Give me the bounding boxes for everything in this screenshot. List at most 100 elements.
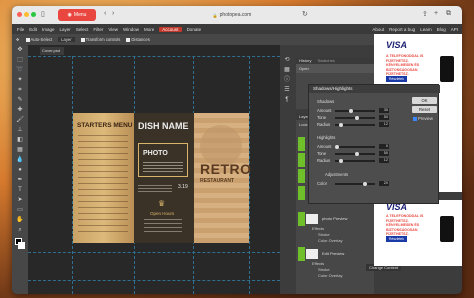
ok-button[interactable]: OK [412, 97, 437, 104]
hand-tool-icon[interactable]: ✋ [12, 215, 28, 225]
slider-knob[interactable] [349, 109, 353, 113]
dodge-tool-icon[interactable]: ● [12, 165, 28, 175]
path-select-icon[interactable]: ➤ [12, 195, 28, 205]
crop-tool-icon[interactable]: ⌗ [12, 85, 28, 95]
layer-visibility-toggle[interactable] [298, 212, 305, 226]
healing-brush-icon[interactable]: ✚ [12, 105, 28, 115]
character-panel-icon[interactable]: ¶ [280, 95, 294, 105]
tab-overview-icon[interactable]: ⧉ [446, 10, 451, 18]
shape-tool-icon[interactable]: ▭ [12, 205, 28, 215]
eyedropper-icon[interactable]: ✎ [12, 95, 28, 105]
maximize-window-button[interactable] [31, 12, 36, 17]
menu-api[interactable]: API [451, 27, 458, 32]
tab-swatches[interactable]: Swatches [317, 57, 334, 64]
hl-amount-slider[interactable] [335, 145, 375, 149]
slider-knob[interactable] [339, 159, 343, 163]
auto-select-target[interactable]: Layer [58, 37, 75, 42]
layer-row[interactable]: Edit Preview [306, 247, 374, 261]
slider-knob[interactable] [355, 152, 359, 156]
brush-tool-icon[interactable]: 🖌 [12, 115, 28, 125]
layer-visibility-toggle[interactable] [298, 137, 305, 151]
distances-checkbox[interactable]: Distances [126, 37, 150, 42]
auto-select-checkbox[interactable]: Auto-Select [25, 37, 52, 42]
shadow-radius-slider[interactable] [335, 123, 375, 127]
menu-layer[interactable]: Layer [60, 27, 71, 32]
slider-knob[interactable] [355, 116, 359, 120]
minimize-window-button[interactable] [24, 12, 29, 17]
gradient-tool-icon[interactable]: ▦ [12, 145, 28, 155]
effect-color-overlay[interactable]: Color Overlay [312, 238, 342, 244]
shadow-tone-slider[interactable] [335, 116, 375, 120]
shadow-radius-input[interactable]: 12 [379, 122, 389, 127]
info-panel-icon[interactable]: ⓘ [280, 75, 294, 85]
eraser-tool-icon[interactable]: ◧ [12, 135, 28, 145]
ad-button[interactable]: Részletek [386, 76, 407, 82]
zoom-tool-icon[interactable]: ⌕ [12, 225, 28, 235]
properties-panel-icon[interactable]: ☰ [280, 85, 294, 95]
menu-window[interactable]: Window [123, 27, 139, 32]
marquee-tool-icon[interactable]: ⬚ [12, 55, 28, 65]
ad-button[interactable]: Részletek [386, 236, 407, 242]
close-window-button[interactable] [17, 12, 22, 17]
tab-history[interactable]: History [299, 57, 311, 64]
background-color-swatch[interactable] [18, 242, 25, 249]
shadow-tone-input[interactable]: 50 [379, 115, 389, 120]
layer-visibility-toggle[interactable] [298, 186, 305, 200]
slider-knob[interactable] [339, 123, 343, 127]
donate-link[interactable]: Donate [187, 27, 202, 32]
effect-color-overlay[interactable]: Color Overlay [312, 273, 342, 279]
color-slider[interactable] [335, 182, 375, 186]
layer-row[interactable]: photo Preview [306, 212, 374, 226]
address-bar[interactable]: 🔒 photopea.com [162, 10, 302, 20]
move-tool-icon[interactable]: ✥ [12, 45, 28, 55]
transform-controls-checkbox[interactable]: Transform controls [80, 37, 120, 42]
sidebar-icon[interactable]: ▯ [41, 10, 45, 18]
slider-knob[interactable] [363, 182, 367, 186]
menu-learn[interactable]: Learn [420, 27, 432, 32]
menu-image[interactable]: Image [42, 27, 55, 32]
preview-checkbox[interactable]: Preview [413, 116, 433, 121]
slider-knob[interactable] [335, 145, 339, 149]
hl-radius-input[interactable]: 12 [379, 158, 389, 163]
pen-tool-icon[interactable]: ✒ [12, 175, 28, 185]
forward-icon[interactable]: › [112, 10, 114, 17]
history-panel-icon[interactable]: ⟲ [280, 55, 294, 65]
shadows-highlights-dialog: Shadows/Highlights OK Reset Preview Shad… [308, 84, 440, 204]
menu-file[interactable]: File [17, 27, 24, 32]
hl-radius-slider[interactable] [335, 159, 375, 163]
menu-view[interactable]: View [108, 27, 118, 32]
document-tab[interactable]: Cover.psd [40, 47, 64, 55]
share-icon[interactable]: ⇪ [422, 10, 428, 18]
layer-visibility-toggle[interactable] [298, 169, 305, 183]
menu-more[interactable]: More [144, 27, 154, 32]
new-tab-icon[interactable]: + [434, 10, 438, 17]
shadow-amount-slider[interactable] [335, 109, 375, 113]
account-button[interactable]: Account [159, 26, 182, 32]
swatches-panel-icon[interactable]: ▦ [280, 65, 294, 75]
layer-visibility-toggle[interactable] [298, 247, 305, 261]
menu-blog[interactable]: Blog [437, 27, 446, 32]
menu-select[interactable]: Select [76, 27, 89, 32]
reset-button[interactable]: Reset [412, 106, 437, 113]
layer-visibility-toggle[interactable] [298, 153, 305, 167]
browser-tab[interactable]: ◉ Menu [58, 9, 96, 21]
hl-tone-input[interactable]: 50 [379, 151, 389, 156]
clone-stamp-icon[interactable]: ⊥ [12, 125, 28, 135]
back-icon[interactable]: ‹ [104, 10, 106, 17]
type-tool-icon[interactable]: T [12, 185, 28, 195]
ad-banner-bottom[interactable]: VISA A TELEFONODDAL IS FIZETHETSZ. KÉNYE… [374, 200, 462, 266]
hl-tone-slider[interactable] [335, 152, 375, 156]
color-input[interactable]: 20 [379, 181, 389, 186]
blur-tool-icon[interactable]: 💧 [12, 155, 28, 165]
magic-wand-icon[interactable]: ✦ [12, 75, 28, 85]
menu-about[interactable]: About [372, 27, 384, 32]
canvas-area[interactable]: Cover.psd STARTERS MENU DISH NAME PHOTO … [28, 45, 280, 294]
shadow-amount-input[interactable]: 35 [379, 108, 389, 113]
hl-amount-input[interactable]: 0 [379, 144, 389, 149]
menu-edit[interactable]: Edit [29, 27, 37, 32]
reload-icon[interactable]: ↻ [302, 10, 308, 18]
lasso-tool-icon[interactable]: ➰ [12, 65, 28, 75]
menu-report-bug[interactable]: Report a bug [389, 27, 415, 32]
history-item[interactable]: Open [296, 64, 374, 73]
menu-filter[interactable]: Filter [93, 27, 103, 32]
